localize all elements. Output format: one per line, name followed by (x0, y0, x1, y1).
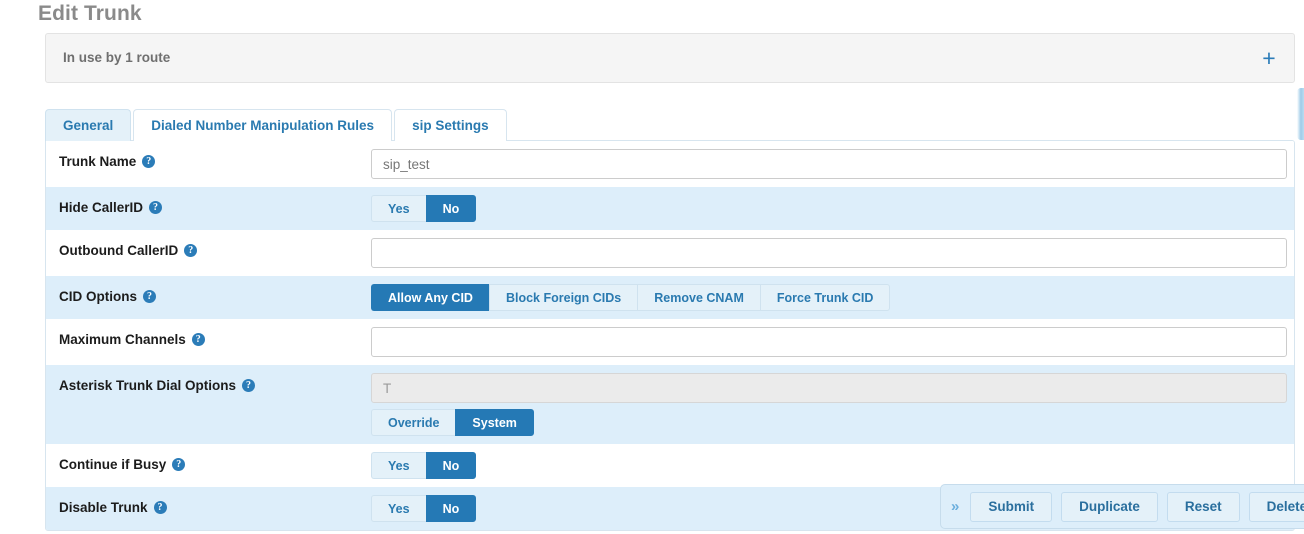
form-row-maximum-channels: Maximum Channels? (46, 319, 1294, 365)
form-row-cid-options: CID Options? Allow Any CID Block Foreign C… (46, 276, 1294, 319)
row-field-trunk-name (371, 141, 1294, 187)
in-use-notice-bar: In use by 1 route + (45, 33, 1295, 83)
page-title: Edit Trunk (38, 2, 142, 25)
row-field-asterisk-trunk-dial-options: OverrideSystem (371, 365, 1294, 444)
disable-trunk-option-yes[interactable]: Yes (371, 495, 426, 522)
cid-options-option-force-trunk-cid[interactable]: Force Trunk CID (759, 284, 891, 311)
cid-options-option-allow-any-cid[interactable]: Allow Any CID (371, 284, 489, 311)
help-icon[interactable]: ? (184, 244, 198, 257)
row-field-continue-if-busy: Yes No (371, 444, 1294, 487)
row-label-continue-if-busy: Continue if Busy? (46, 444, 371, 485)
asterisk-trunk-dial-options-option-override[interactable]: Override (371, 409, 456, 436)
help-icon[interactable]: ? (191, 333, 205, 346)
row-label-outbound-callerid: Outbound CallerID? (46, 230, 371, 271)
row-field-hide-callerid: Yes No (371, 187, 1294, 230)
hide-callerid-option-no[interactable]: No (425, 195, 477, 222)
cid-options-option-remove-cnam[interactable]: Remove CNAM (637, 284, 760, 311)
outbound-callerid-input[interactable] (371, 238, 1287, 268)
row-label-text: Disable Trunk (59, 500, 148, 515)
help-icon[interactable]: ? (149, 201, 163, 214)
tab-label: General (63, 118, 114, 133)
row-label-text: Trunk Name (59, 154, 137, 169)
form-row-hide-callerid: Hide CallerID? Yes No (46, 187, 1294, 230)
hide-callerid-option-yes[interactable]: Yes (371, 195, 426, 222)
submit-button[interactable]: Submit (970, 491, 1053, 522)
continue-if-busy-button-group: Yes No (371, 452, 1286, 479)
row-label-maximum-channels: Maximum Channels? (46, 319, 371, 360)
asterisk-trunk-dial-options-option-system[interactable]: System (455, 409, 534, 436)
tab-label: sip Settings (412, 118, 489, 133)
maximum-channels-input[interactable] (371, 327, 1287, 357)
row-label-text: CID Options (59, 289, 137, 304)
continue-if-busy-option-no[interactable]: No (425, 452, 477, 479)
disable-trunk-option-no[interactable]: No (425, 495, 477, 522)
reset-button[interactable]: Reset (1166, 491, 1240, 522)
tab-general[interactable]: General (45, 109, 132, 141)
row-label-disable-trunk: Disable Trunk? (46, 487, 371, 528)
help-icon[interactable]: ? (172, 458, 186, 471)
delete-button[interactable]: Delete (1248, 491, 1304, 522)
help-icon[interactable]: ? (143, 290, 156, 303)
row-label-text: Asterisk Trunk Dial Options (59, 378, 237, 393)
plus-icon[interactable]: + (1258, 45, 1280, 71)
row-label-asterisk-trunk-dial-options: Asterisk Trunk Dial Options? (46, 365, 371, 406)
help-icon[interactable]: ? (142, 155, 156, 168)
asterisk-trunk-dial-options-input (371, 373, 1287, 403)
duplicate-button[interactable]: Duplicate (1061, 491, 1158, 522)
row-label-text: Hide CallerID (59, 200, 144, 215)
tab-sip-settings[interactable]: sip Settings (394, 109, 507, 141)
cid-options-option-block-foreign-cids[interactable]: Block Foreign CIDs (488, 284, 638, 311)
tab-bar: General Dialed Number Manipulation Rules s… (45, 109, 1295, 141)
form-row-asterisk-trunk-dial-options: Asterisk Trunk Dial Options?OverrideSyst… (46, 365, 1294, 444)
row-label-text: Outbound CallerID (59, 243, 179, 258)
action-bar: » Submit Duplicate Reset Delete (940, 484, 1304, 529)
edit-trunk-page: Edit Trunk In use by 1 route + General Di… (0, 0, 1304, 534)
row-label-hide-callerid: Hide CallerID? (46, 187, 371, 228)
help-icon[interactable]: ? (242, 379, 256, 392)
asterisk-trunk-dial-options-button-group: Override System (371, 409, 1287, 436)
row-field-maximum-channels (371, 319, 1294, 365)
trunk-name-input[interactable] (371, 149, 1287, 179)
tab-label: Dialed Number Manipulation Rules (151, 118, 375, 133)
help-icon[interactable]: ? (153, 501, 167, 514)
row-label-text: Continue if Busy (59, 457, 167, 472)
drawer-handle[interactable] (1297, 88, 1304, 140)
row-field-cid-options: Allow Any CID Block Foreign CIDs Remove CN… (371, 276, 1294, 319)
form-row-continue-if-busy: Continue if Busy? Yes No (46, 444, 1294, 487)
form-row-outbound-callerid: Outbound CallerID? (46, 230, 1294, 276)
in-use-notice-text: In use by 1 route (63, 50, 171, 65)
tab-dialed-number-manipulation-rules[interactable]: Dialed Number Manipulation Rules (133, 109, 393, 141)
row-label-cid-options: CID Options? (46, 276, 371, 317)
continue-if-busy-option-yes[interactable]: Yes (371, 452, 426, 479)
row-field-outbound-callerid (371, 230, 1294, 276)
cid-options-button-group: Allow Any CID Block Foreign CIDs Remove CN… (371, 284, 1286, 311)
trunk-form-panel: Trunk Name?Hide CallerID?YesNoOutbound C… (45, 140, 1295, 531)
row-label-text: Maximum Channels (59, 332, 186, 347)
hide-callerid-button-group: Yes No (371, 195, 1286, 222)
row-label-trunk-name: Trunk Name? (46, 141, 371, 182)
form-row-trunk-name: Trunk Name? (46, 141, 1294, 187)
collapse-action-bar-icon[interactable]: » (949, 498, 961, 515)
